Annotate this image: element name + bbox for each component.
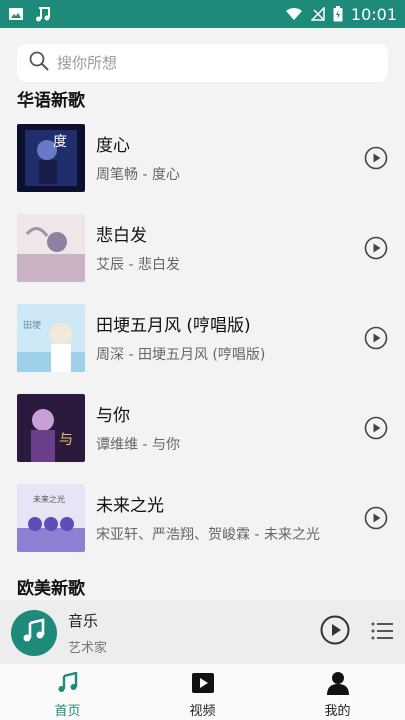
signal-icon: [310, 7, 325, 21]
svg-text:未来之光: 未来之光: [33, 494, 65, 504]
status-bar: 10:01: [0, 0, 405, 28]
play-circle-icon[interactable]: [364, 506, 388, 530]
song-artist: 宋亚轩、严浩翔、贺峻霖 - 未来之光: [96, 527, 320, 543]
bottom-tab-bar: 首页 视频 我的: [0, 664, 405, 720]
status-right: 10:01: [285, 5, 397, 24]
song-artist: 艾辰 - 悲白发: [96, 257, 180, 273]
svg-text:田埂: 田埂: [23, 320, 41, 331]
song-artist: 周深 - 田埂五月风 (哼唱版): [96, 347, 266, 363]
tab-video[interactable]: 视频: [135, 664, 270, 720]
tab-home[interactable]: 首页: [0, 664, 135, 720]
song-title: 未来之光: [96, 496, 164, 516]
song-title: 度心: [96, 136, 130, 156]
search-bar[interactable]: [17, 44, 388, 82]
song-info: 未来之光 宋亚轩、严浩翔、贺峻霖 - 未来之光: [96, 491, 351, 544]
section-title-western: 欧美新歌: [17, 579, 85, 599]
music-note-icon: [21, 618, 47, 648]
song-cover: 田埂: [17, 304, 85, 372]
player-artist: 艺术家: [68, 641, 108, 656]
player-play-button[interactable]: [320, 615, 350, 645]
song-row[interactable]: 田埂 田埂五月风 (哼唱版) 周深 - 田埂五月风 (哼唱版): [0, 296, 405, 386]
song-info: 度心 周笔畅 - 度心: [96, 131, 351, 184]
tab-label: 我的: [324, 704, 351, 719]
tab-label: 首页: [54, 704, 81, 719]
song-title: 悲白发: [96, 226, 147, 246]
music-note-icon: [55, 670, 81, 696]
song-list: 度 度心 周笔畅 - 度心 悲白发 艾辰 - 悲白发 田埂 田埂五月风 (哼唱版…: [0, 116, 405, 566]
player-track-title: 音乐: [68, 612, 99, 630]
song-cover: 未来之光: [17, 484, 85, 552]
song-row[interactable]: 悲白发 艾辰 - 悲白发: [0, 206, 405, 296]
song-cover: 度: [17, 124, 85, 192]
playlist-icon[interactable]: [370, 620, 394, 642]
player-album-art[interactable]: [11, 610, 57, 656]
tab-mine[interactable]: 我的: [270, 664, 405, 720]
video-play-icon: [190, 670, 216, 696]
song-info: 悲白发 艾辰 - 悲白发: [96, 221, 351, 274]
svg-text:度: 度: [53, 134, 67, 150]
wifi-icon: [285, 7, 303, 21]
song-cover: [17, 214, 85, 282]
search-input[interactable]: [57, 54, 357, 72]
play-circle-icon[interactable]: [364, 236, 388, 260]
play-circle-icon[interactable]: [364, 146, 388, 170]
music-note-icon: [34, 5, 52, 23]
search-icon: [29, 51, 49, 75]
status-time: 10:01: [350, 4, 397, 24]
song-row[interactable]: 度 度心 周笔畅 - 度心: [0, 116, 405, 206]
status-left: [8, 5, 52, 23]
song-info: 与你 谭维维 - 与你: [96, 401, 351, 454]
tab-label: 视频: [189, 704, 216, 719]
battery-icon: [333, 6, 343, 22]
song-title: 田埂五月风 (哼唱版): [96, 316, 251, 336]
play-circle-icon[interactable]: [364, 326, 388, 350]
person-icon: [325, 670, 351, 696]
song-cover: 与: [17, 394, 85, 462]
section-title-chinese: 华语新歌: [17, 91, 85, 111]
song-title: 与你: [96, 406, 130, 426]
song-row[interactable]: 与 与你 谭维维 - 与你: [0, 386, 405, 476]
mini-player[interactable]: 音乐 艺术家: [0, 600, 405, 664]
image-icon: [8, 6, 24, 22]
song-row[interactable]: 未来之光 未来之光 宋亚轩、严浩翔、贺峻霖 - 未来之光: [0, 476, 405, 566]
play-circle-icon[interactable]: [364, 416, 388, 440]
main-content[interactable]: 华语新歌 度 度心 周笔畅 - 度心 悲白发 艾辰 - 悲白发: [0, 28, 405, 600]
song-info: 田埂五月风 (哼唱版) 周深 - 田埂五月风 (哼唱版): [96, 311, 351, 364]
svg-text:与: 与: [59, 432, 73, 448]
song-artist: 谭维维 - 与你: [96, 437, 180, 453]
song-artist: 周笔畅 - 度心: [96, 167, 180, 183]
